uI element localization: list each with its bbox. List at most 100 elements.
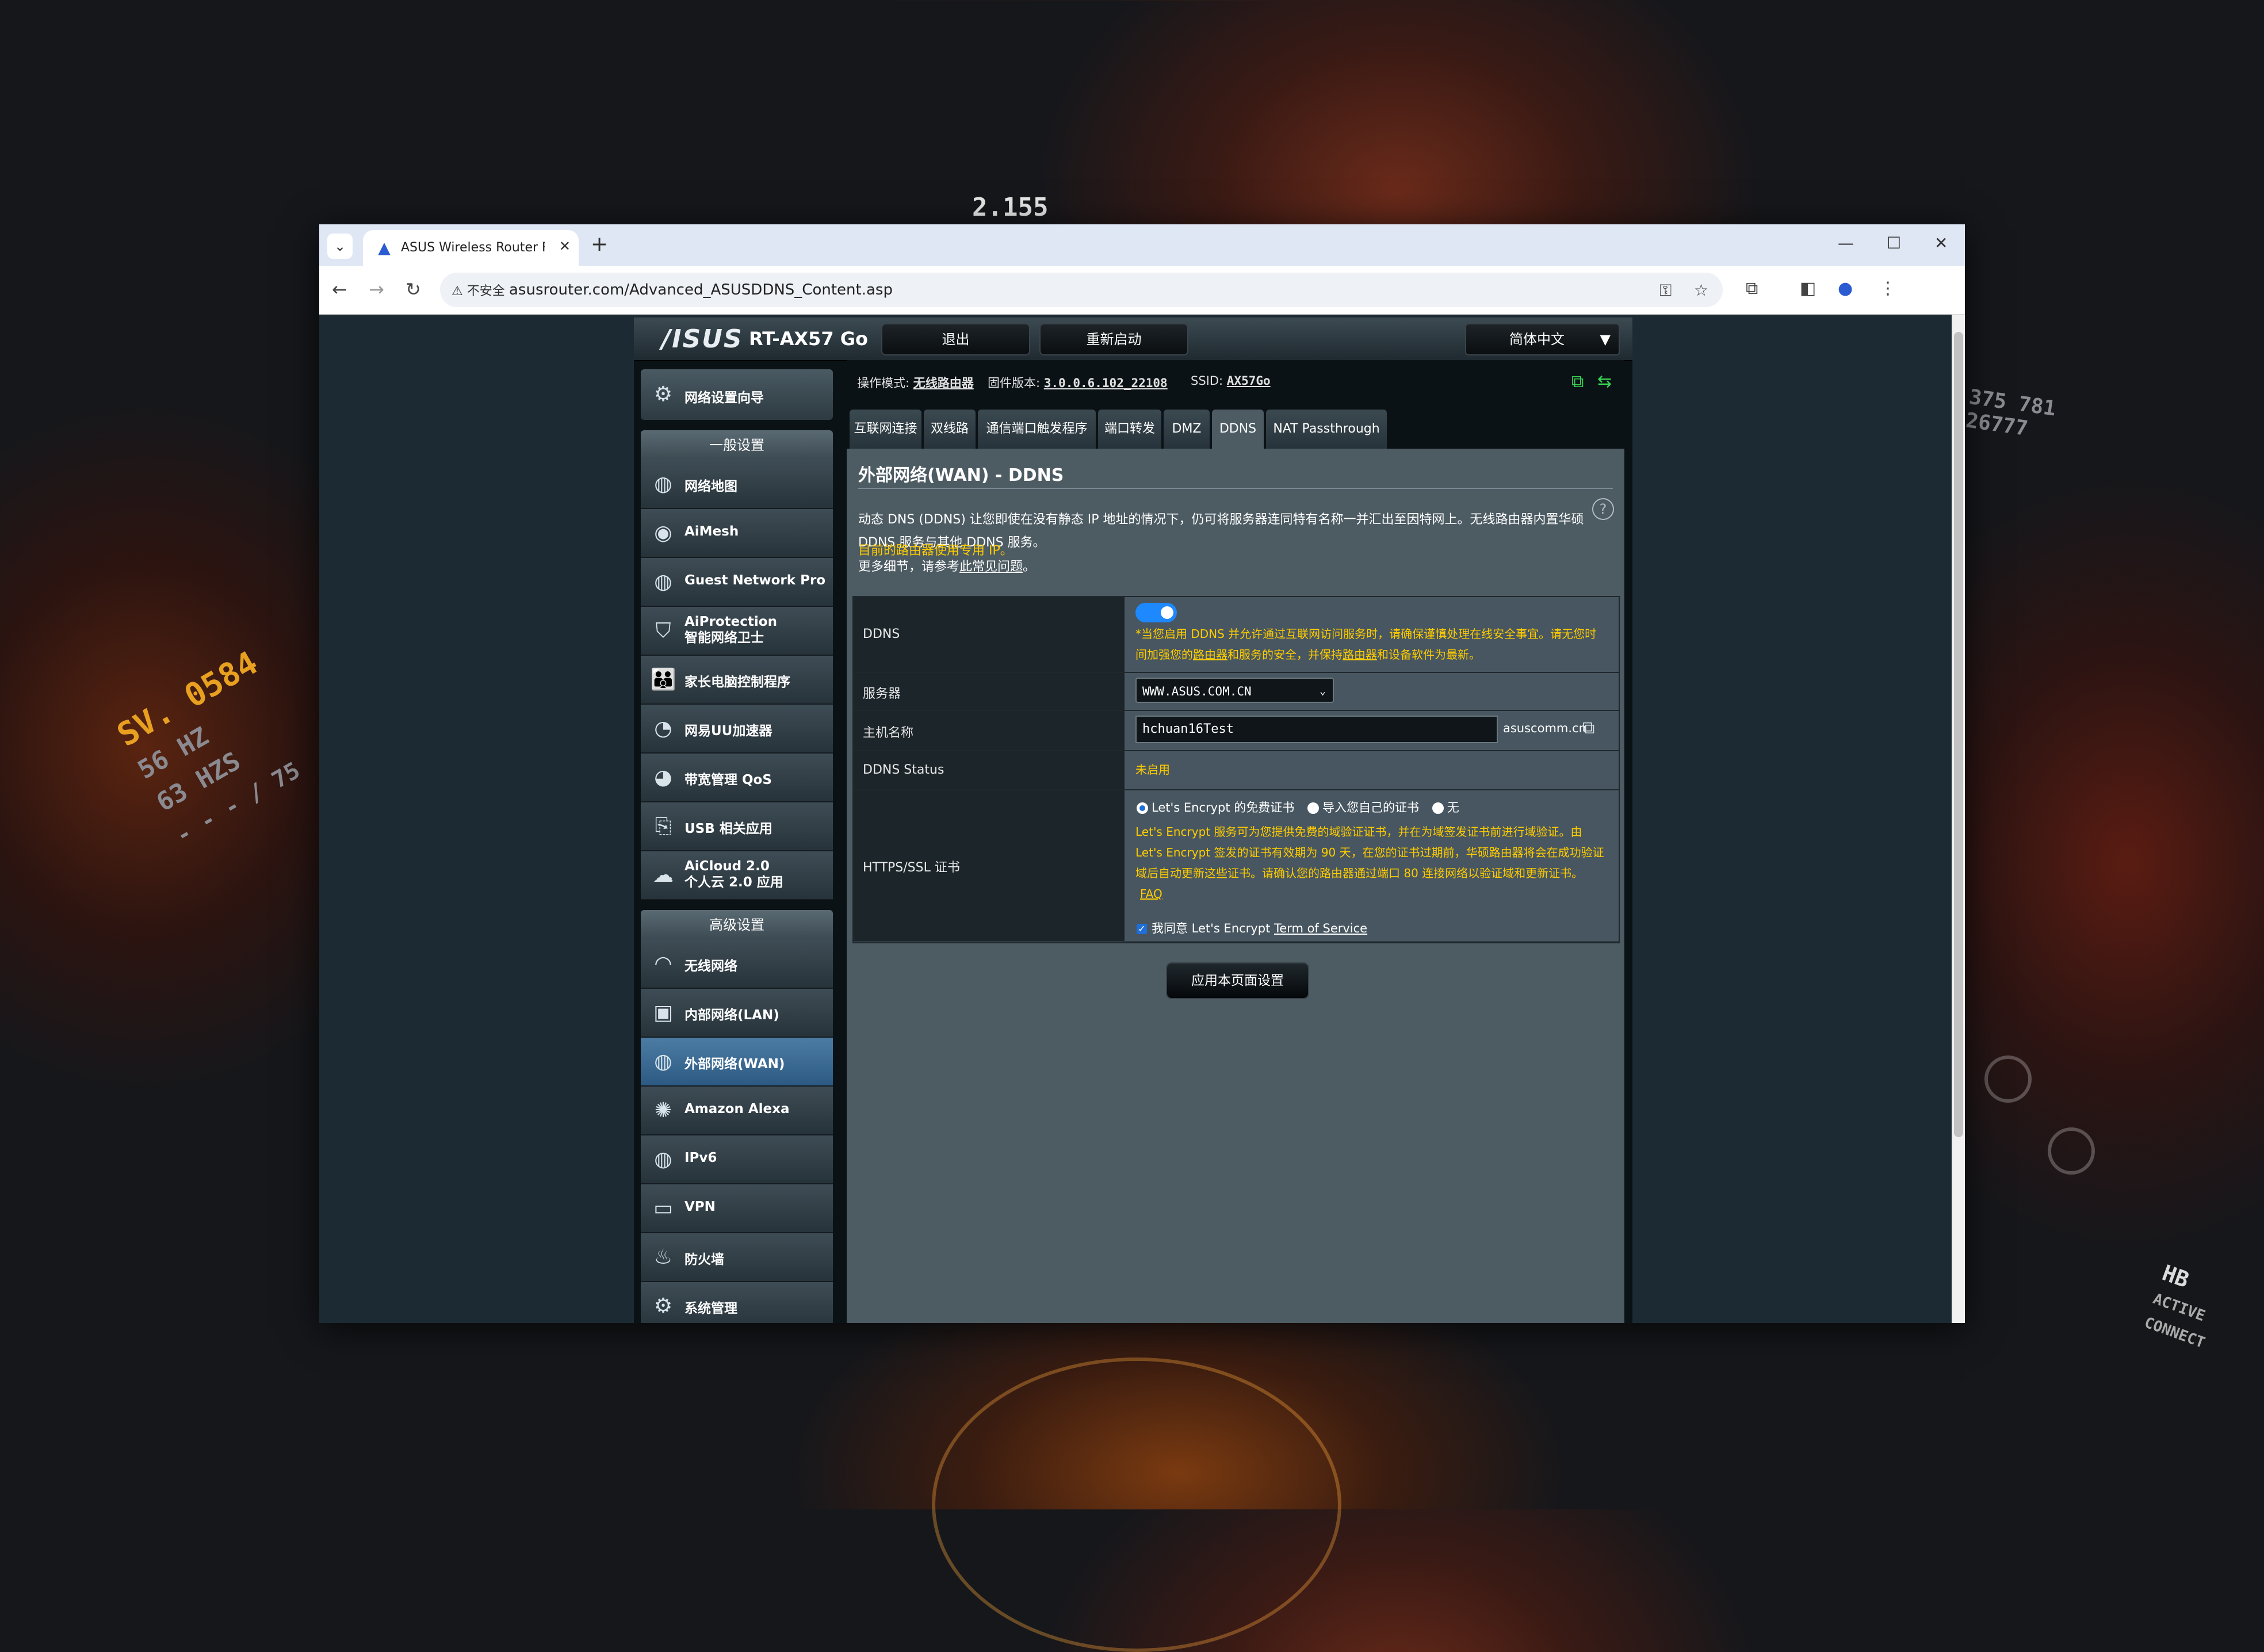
background-ring [1984,1056,2032,1103]
firmware-version: 固件版本: 3.0.0.6.102_22108 [988,376,1168,390]
letsencrypt-faq-link[interactable]: FAQ [1140,887,1162,901]
ssid-link[interactable]: AX57Go [1227,374,1271,388]
apply-button[interactable]: 应用本页面设置 [1166,962,1309,999]
aimesh-icon: ◉ [654,521,672,545]
sidebar-item-wizard[interactable]: ⚙ 网络设置向导 [641,369,833,420]
operation-mode: 操作模式: 无线路由器 [857,376,974,390]
tab-internet[interactable]: 互联网连接 [850,410,921,449]
tab-ddns[interactable]: DDNS [1212,410,1264,449]
sidebar-item-network-map[interactable]: ◍ 网络地图 [641,460,833,509]
sidebar-item-ipv6[interactable]: ◍ IPv6 [641,1135,833,1184]
ddns-toggle[interactable] [1135,603,1177,622]
router-link[interactable]: 路由器 [1193,648,1227,661]
scrollbar-thumb[interactable] [1954,332,1963,1137]
sidebar-item-vpn[interactable]: ▭ VPN [641,1184,833,1233]
guest-network-icon: ◍ [654,570,672,594]
close-window-icon[interactable]: ✕ [1934,234,1948,253]
key-icon[interactable]: ⚿ [1659,281,1672,300]
more-info: 更多细节，请参考此常见问题。 [858,560,1036,574]
usb-status-icon[interactable]: ⇆ [1597,372,1612,392]
sidebar-item-parental-control[interactable]: 👪 家长电脑控制程序 [641,656,833,705]
router-header: /ISUS RT-AX57 Go 退出 重新启动 简体中文 ▼ [634,318,1632,361]
status-row: DDNS Status 未启用 [854,751,1619,790]
sidebar-item-wan[interactable]: ◍ 外部网络(WAN) [641,1038,833,1087]
background-text: HB ACTIVE CONNECT [2142,1260,2208,1352]
agree-checkbox[interactable]: ✓ [1137,924,1147,934]
vertical-scrollbar[interactable] [1952,315,1965,1323]
url-text: asusrouter.com/Advanced_ASUSDDNS_Content… [509,281,893,299]
background-ring [932,1357,1341,1652]
sidebar-item-system[interactable]: ⚙ 系统管理 [641,1282,833,1323]
system-icon: ⚙ [653,1294,673,1318]
sidebar-item-aimesh[interactable]: ◉ AiMesh [641,509,833,558]
faq-link[interactable]: 此常见问题 [959,560,1023,574]
sidebar-item-uu-accelerator[interactable]: ◔ 网易UU加速器 [641,705,833,754]
cert-option-none[interactable]: 无 [1432,801,1459,814]
sidebar-item-wireless[interactable]: ◠ 无线网络 [641,940,833,989]
ddns-settings-table: DDNS *当您启用 DDNS 并允许通过互联网访问服务时，请确保谨慎处理在线安… [852,596,1620,943]
menu-icon[interactable]: ⋮ [1879,278,1896,299]
terms-link[interactable]: Term of Service [1274,921,1367,935]
reboot-button[interactable]: 重新启动 [1039,323,1188,355]
sidebar-item-guest-network[interactable]: ◍ Guest Network Pro [641,558,833,607]
copy-icon[interactable]: ⧉ [1582,718,1594,738]
address-bar[interactable]: ⚠ 不安全 asusrouter.com/Advanced_ASUSDDNS_C… [440,273,1723,307]
mode-link[interactable]: 无线路由器 [913,376,974,390]
asus-logo: /ISUS [661,324,743,354]
sidebar-item-qos[interactable]: ◕ 带宽管理 QoS [641,754,833,802]
alexa-icon: ✺ [654,1099,672,1122]
tab-list-icon[interactable]: ⌄ [327,234,353,259]
tab-title: ASUS Wireless Router RT-AX [401,240,545,255]
hostname-row: 主机名称 hchuan16Test asuscomm.cn ⧉ [854,711,1619,751]
sidebar-icon[interactable]: ◧ [1800,278,1816,299]
back-icon[interactable]: ← [332,278,347,300]
hostname-input[interactable]: hchuan16Test [1135,716,1498,743]
network-status-icon[interactable]: ⧉ [1571,372,1584,392]
cert-row: HTTPS/SSL 证书 Let's Encrypt 的免费证书 导入您自己的证… [854,790,1619,941]
language-select[interactable]: 简体中文 ▼ [1465,323,1620,355]
sidebar-item-lan[interactable]: ▣ 内部网络(LAN) [641,989,833,1038]
browser-tab[interactable]: ▲ ASUS Wireless Router RT-AX ✕ [363,230,579,266]
ddns-warning: *当您启用 DDNS 并允许通过互联网访问服务时，请确保谨慎处理在线安全事宜。请… [1135,627,1597,661]
tab-port-trigger[interactable]: 通信端口触发程序 [978,410,1096,449]
star-icon[interactable]: ☆ [1694,281,1708,300]
lan-icon: ▣ [653,1001,673,1024]
sidebar-item-alexa[interactable]: ✺ Amazon Alexa [641,1087,833,1135]
tab-nat-passthrough[interactable]: NAT Passthrough [1266,410,1387,449]
letsencrypt-info: Let's Encrypt 服务可为您提供免费的域验证证书，并在为域签发证书前进… [1135,825,1604,901]
close-tab-icon[interactable]: ✕ [559,238,571,254]
tab-dual-wan[interactable]: 双线路 [924,410,976,449]
new-tab-button[interactable]: + [591,232,608,256]
browser-toolbar: ← → ↻ ⚠ 不安全 asusrouter.com/Advanced_ASUS… [319,266,1965,315]
tab-port-forward[interactable]: 端口转发 [1098,410,1161,449]
advanced-section-header: 高级设置 [641,910,833,940]
security-indicator[interactable]: ⚠ 不安全 [452,281,505,299]
cert-option-letsencrypt[interactable]: Let's Encrypt 的免费证书 [1137,801,1294,814]
ddns-row: DDNS *当您启用 DDNS 并允许通过互联网访问服务时，请确保谨慎处理在线安… [854,597,1619,673]
profile-icon[interactable]: ● [1838,278,1853,299]
extensions-icon[interactable]: ⧉ [1746,278,1758,299]
maximize-icon[interactable]: ☐ [1887,234,1901,253]
reload-icon[interactable]: ↻ [406,278,421,300]
ddns-status-value: 未启用 [1135,763,1170,777]
minimize-icon[interactable]: — [1838,234,1854,253]
sidebar-item-firewall[interactable]: ♨ 防火墙 [641,1233,833,1282]
router-link[interactable]: 路由器 [1343,648,1377,661]
page-viewport: /ISUS RT-AX57 Go 退出 重新启动 简体中文 ▼ ⚙ 网络设置向导… [319,315,1952,1323]
sidebar-item-usb-apps[interactable]: ⎘ USB 相关应用 [641,802,833,851]
sidebar-item-aiprotection[interactable]: ⛉ AiProtection 智能网络卫士 [641,607,833,656]
browser-window: ⌄ ▲ ASUS Wireless Router RT-AX ✕ + — ☐ ✕… [319,224,1965,1323]
cert-option-import[interactable]: 导入您自己的证书 [1307,801,1419,814]
asus-favicon: ▲ [378,238,391,257]
server-select[interactable]: WWW.ASUS.COM.CN ⌄ [1135,678,1334,703]
sidebar-item-aicloud[interactable]: ☁ AiCloud 2.0 个人云 2.0 应用 [641,851,833,900]
logout-button[interactable]: 退出 [881,323,1030,355]
tab-dmz[interactable]: DMZ [1164,410,1210,449]
title-divider [858,488,1613,489]
main-content: 操作模式: 无线路由器 固件版本: 3.0.0.6.102_22108 SSID… [847,360,1624,1323]
title-bar: ⌄ ▲ ASUS Wireless Router RT-AX ✕ + — ☐ ✕ [319,224,1965,266]
gauge-icon: ◕ [654,766,672,789]
forward-icon[interactable]: → [369,278,384,300]
firmware-link[interactable]: 3.0.0.6.102_22108 [1044,376,1168,390]
chevron-down-icon: ▼ [1600,331,1611,347]
